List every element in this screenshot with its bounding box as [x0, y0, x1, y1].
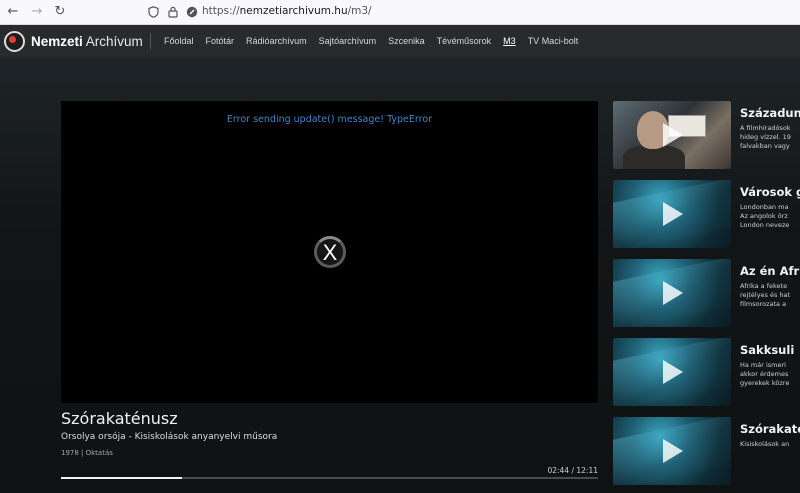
- description-line: A filmhíradósok: [740, 124, 791, 132]
- logo-mark-icon: [4, 31, 25, 52]
- url-icons: [147, 5, 198, 18]
- play-icon[interactable]: [663, 202, 683, 226]
- related-video-title[interactable]: Századunk: [740, 106, 800, 120]
- main-nav: Főoldal Fotótár Rádióarchívum Sajtóarchívum…: [164, 36, 578, 46]
- play-icon[interactable]: [663, 439, 683, 463]
- video-thumbnail[interactable]: [613, 101, 731, 169]
- url-prefix: https://: [202, 5, 240, 17]
- description-line: filmsorozata a: [740, 300, 787, 308]
- site-header: Nemzeti Archívum Főoldal Fotótár Rádióarch…: [0, 25, 800, 57]
- description-line: Ha már ismeri: [740, 361, 786, 369]
- nav-divider: [150, 33, 151, 49]
- related-video-card[interactable]: Sakksuli Ha már ismeri akkor érdemes gyerek…: [613, 338, 800, 406]
- description-line: hideg vízzel. 19: [740, 133, 791, 141]
- related-video-title[interactable]: Szórakaté: [740, 422, 800, 436]
- spinner-glyph: X: [322, 240, 338, 265]
- related-video-card[interactable]: Városok g Londonban ma Az angolok örz Londo…: [613, 180, 800, 248]
- back-arrow-icon[interactable]: ←: [5, 4, 21, 20]
- description-line: Kisiskolások an: [740, 440, 790, 448]
- video-time: 02:44 / 12:11: [547, 466, 598, 475]
- description-line: London neveze: [740, 221, 790, 229]
- nav-item[interactable]: Tévéműsorok: [437, 36, 492, 46]
- nav-item[interactable]: TV Maci-bolt: [528, 36, 579, 46]
- description-line: Londonban ma: [740, 203, 789, 211]
- player-error-message: Error sending update() message! TypeErro…: [226, 114, 433, 125]
- related-video-title[interactable]: Városok g: [740, 185, 800, 199]
- related-video-card[interactable]: Századunk A filmhíradósokhideg vízzel. 19…: [613, 101, 800, 169]
- description-line: rejtélyes és hat: [740, 291, 791, 299]
- description-line: Afrika a fekete: [740, 282, 788, 290]
- url-path: /m3/: [347, 5, 372, 17]
- nav-item[interactable]: Szcenika: [388, 36, 425, 46]
- related-video-card[interactable]: Szórakaté Kisiskolások an: [613, 417, 800, 485]
- nav-item[interactable]: Rádióarchívum: [246, 36, 307, 46]
- main-content: Error sending update() message! TypeErro…: [0, 57, 800, 493]
- video-thumbnail[interactable]: [613, 417, 731, 485]
- reload-icon[interactable]: ↻: [52, 4, 68, 20]
- related-video-description: Londonban ma Az angolok örz London neveze: [740, 203, 800, 230]
- description-line: falvakban vagy: [740, 142, 790, 150]
- loading-spinner-icon: X: [314, 236, 346, 268]
- site-logo[interactable]: Nemzeti Archívum: [4, 31, 143, 52]
- play-icon[interactable]: [663, 281, 683, 305]
- progress-bar[interactable]: [61, 477, 598, 479]
- play-icon[interactable]: [663, 360, 683, 384]
- url-bar[interactable]: https://nemzetiarchivum.hu/m3/: [202, 5, 372, 17]
- browser-toolbar: ← → ↻ https://nemzetiarchivum.hu/m3/: [0, 0, 800, 25]
- nav-item[interactable]: Főoldal: [164, 36, 194, 46]
- video-thumbnail[interactable]: [613, 180, 731, 248]
- video-title: Szórakaténusz: [61, 409, 178, 428]
- shield-icon[interactable]: [147, 5, 160, 18]
- nav-item[interactable]: Sajtóarchívum: [319, 36, 377, 46]
- video-thumbnail[interactable]: [613, 259, 731, 327]
- forward-arrow-icon[interactable]: →: [29, 4, 45, 20]
- related-video-title[interactable]: Az én Afrik: [740, 264, 800, 278]
- logo-name: Nemzeti Archívum: [31, 34, 143, 49]
- nav-item[interactable]: Fotótár: [206, 36, 235, 46]
- video-player[interactable]: Error sending update() message! TypeErro…: [61, 101, 598, 403]
- description-line: akkor érdemes: [740, 370, 789, 378]
- nav-item[interactable]: M3: [503, 36, 516, 46]
- related-video-description: A filmhíradósok hideg vízzel. 19 falvakban…: [740, 124, 800, 151]
- progress-fill: [61, 477, 182, 479]
- related-video-title[interactable]: Sakksuli: [740, 343, 794, 357]
- url-host: nemzetiarchivum.hu: [239, 5, 348, 17]
- description-line: Az angolok örz: [740, 212, 788, 220]
- related-video-description: Afrika a fekete rejtélyes és hat filmsoroz…: [740, 282, 800, 309]
- video-meta: 1978 | Oktatás: [61, 449, 113, 457]
- video-thumbnail[interactable]: [613, 338, 731, 406]
- video-subtitle: Orsolya orsója - Kisiskolások anyanyelvi…: [61, 432, 278, 442]
- lock-icon[interactable]: [166, 5, 179, 18]
- related-video-description: Ha már ismeri akkor érdemes gyerekek közre: [740, 361, 800, 388]
- play-icon[interactable]: [663, 123, 683, 147]
- related-video-card[interactable]: Az én Afrik Afrika a feketerejtélyes és h…: [613, 259, 800, 327]
- related-video-description: Kisiskolások an: [740, 440, 800, 449]
- description-line: gyerekek közre: [740, 379, 790, 387]
- permissions-icon[interactable]: [185, 5, 198, 18]
